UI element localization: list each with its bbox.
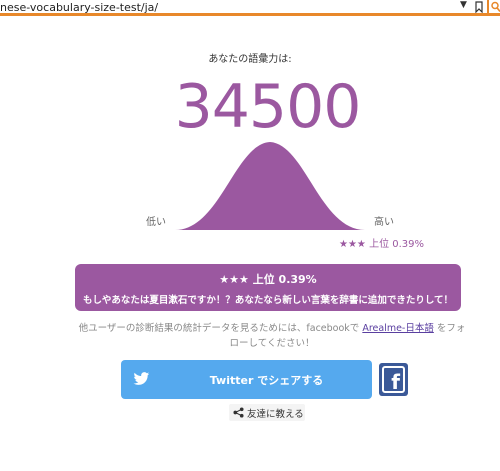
distribution-curve — [175, 142, 365, 230]
share-with-friends-label: 友達に教える — [247, 409, 304, 420]
toolbar-divider — [487, 0, 489, 16]
follow-notice: 他ユーザーの診断結果の統計データを見るためには、facebookで Arealm… — [76, 321, 468, 351]
url-text[interactable]: nese-vocabulary-size-test/ja/ — [0, 1, 158, 14]
browser-address-bar[interactable]: nese-vocabulary-size-test/ja/ ▼ — [0, 0, 500, 16]
vocabulary-score: 34500 — [174, 72, 362, 142]
facebook-icon: f — [382, 366, 405, 393]
result-heading: あなたの語彙力は: — [208, 54, 292, 65]
url-dropdown-icon[interactable]: ▼ — [460, 0, 467, 10]
twitter-share-label: Twitter でシェアする — [209, 374, 324, 387]
share-icon — [233, 407, 244, 418]
low-label: 低い — [146, 217, 166, 228]
result-comment: もしやあなたは夏目漱石ですか！？あなたなら新しい言葉を辞書に追加できたりして！ — [82, 295, 454, 306]
bookmark-icon[interactable] — [475, 1, 483, 13]
result-summary-box: ★★★ 上位 0.39% もしやあなたは夏目漱石ですか！？あなたなら新しい言葉を… — [75, 264, 461, 311]
rank-indicator: ★★★ 上位 0.39% — [339, 239, 425, 250]
facebook-page-link[interactable]: Arealme-日本語 — [362, 323, 434, 334]
facebook-share-button[interactable]: f — [379, 363, 408, 396]
share-with-friends-button[interactable]: 友達に教える — [229, 404, 305, 421]
twitter-share-button[interactable]: Twitter でシェアする — [121, 360, 372, 399]
high-label: 高い — [374, 217, 394, 228]
search-icon[interactable] — [491, 1, 500, 13]
result-rank-title: ★★★ 上位 0.39% — [219, 273, 317, 286]
follow-prefix: 他ユーザーの診断結果の統計データを見るためには、facebookで — [78, 323, 363, 334]
distribution-curve-shape — [175, 142, 365, 230]
